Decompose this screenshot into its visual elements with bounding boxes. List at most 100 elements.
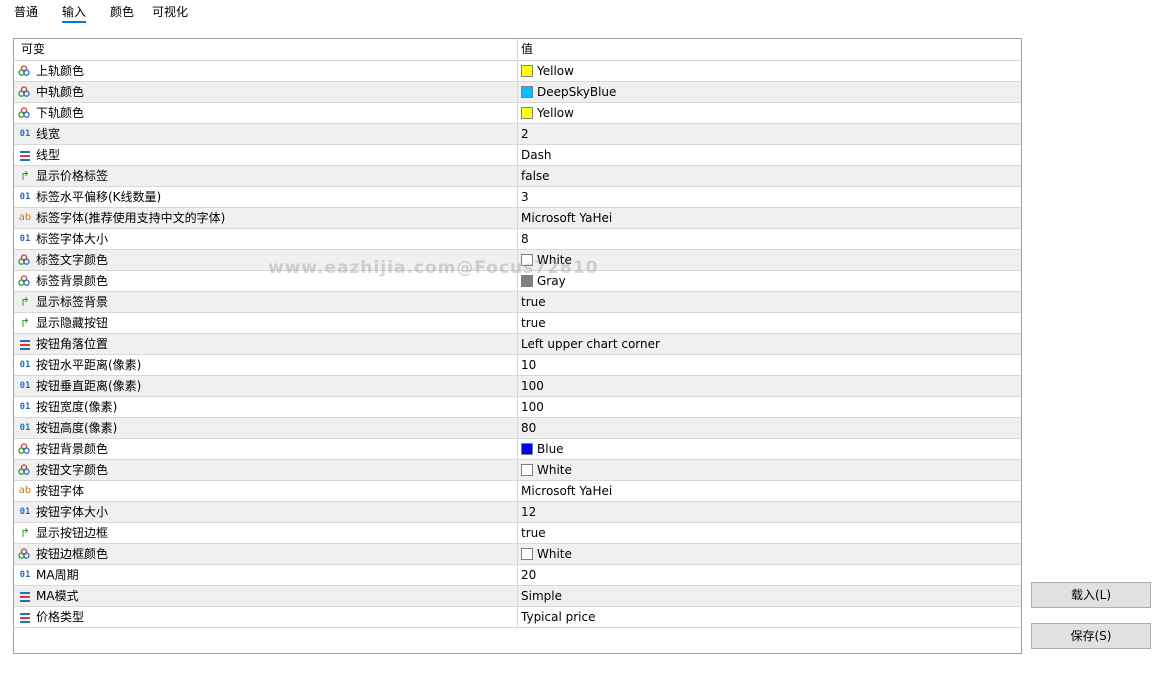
parameter-value-cell[interactable]: White [517, 544, 1021, 564]
color-swatch [521, 275, 533, 287]
parameter-value-cell[interactable]: DeepSkyBlue [517, 82, 1021, 102]
parameter-value-cell[interactable]: 100 [517, 376, 1021, 396]
parameter-name: 显示价格标签 [36, 169, 109, 183]
parameter-name: 显示隐藏按钮 [36, 316, 109, 330]
parameter-value-cell[interactable]: Simple [517, 586, 1021, 606]
palette-icon [18, 65, 32, 79]
column-header-variable[interactable]: 可变 [14, 39, 523, 59]
integer-icon: 01 [19, 360, 31, 370]
parameter-value-cell[interactable]: Yellow [517, 103, 1021, 123]
table-row[interactable]: 01 标签字体大小 8 [14, 229, 1021, 250]
parameter-name-cell: 中轨颜色 [14, 82, 516, 102]
parameter-name: 按钮水平距离(像素) [36, 358, 142, 372]
table-row[interactable]: 标签背景颜色 Gray [14, 271, 1021, 292]
parameter-name-cell: 01 按钮高度(像素) [14, 418, 516, 438]
table-row[interactable]: 01 MA周期 20 [14, 565, 1021, 586]
table-row[interactable]: 01 按钮水平距离(像素) 10 [14, 355, 1021, 376]
integer-icon: 01 [19, 192, 31, 202]
parameter-value-cell[interactable]: White [517, 250, 1021, 270]
parameter-value: White [537, 463, 572, 477]
parameter-value-cell[interactable]: 80 [517, 418, 1021, 438]
parameter-value-cell[interactable]: Yellow [517, 61, 1021, 81]
color-swatch [521, 464, 533, 476]
table-row[interactable]: 按钮背景颜色 Blue [14, 439, 1021, 460]
table-row[interactable]: 中轨颜色 DeepSkyBlue [14, 82, 1021, 103]
table-row[interactable]: ab 按钮字体 Microsoft YaHei [14, 481, 1021, 502]
text-icon: ab [18, 212, 32, 223]
table-row[interactable]: ↱ 显示隐藏按钮 true [14, 313, 1021, 334]
parameter-value: Typical price [521, 610, 596, 624]
tab-colors[interactable]: 颜色 [110, 3, 134, 21]
parameter-name-cell: ab 标签字体(推荐使用支持中文的字体) [14, 208, 516, 228]
table-row[interactable]: 下轨颜色 Yellow [14, 103, 1021, 124]
color-swatch [521, 86, 533, 98]
parameter-name-cell: MA模式 [14, 586, 516, 606]
parameter-name-cell: 按钮背景颜色 [14, 439, 516, 459]
column-header-value[interactable]: 值 [517, 39, 1021, 59]
parameter-value-cell[interactable]: 3 [517, 187, 1021, 207]
integer-icon: 01 [19, 129, 31, 139]
parameter-value-cell[interactable]: true [517, 523, 1021, 543]
parameter-value-cell[interactable]: Left upper chart corner [517, 334, 1021, 354]
parameter-value-cell[interactable]: Microsoft YaHei [517, 481, 1021, 501]
table-row[interactable]: 01 线宽 2 [14, 124, 1021, 145]
table-row[interactable]: 按钮文字颜色 White [14, 460, 1021, 481]
table-row[interactable]: 01 按钮垂直距离(像素) 100 [14, 376, 1021, 397]
parameter-value-cell[interactable]: false [517, 166, 1021, 186]
integer-icon: 01 [19, 381, 31, 391]
table-row[interactable]: 上轨颜色 Yellow [14, 61, 1021, 82]
table-row[interactable]: 01 按钮字体大小 12 [14, 502, 1021, 523]
table-row[interactable]: 线型 Dash [14, 145, 1021, 166]
parameter-name: MA周期 [36, 568, 79, 582]
parameter-value-cell[interactable]: 100 [517, 397, 1021, 417]
parameter-value-cell[interactable]: 10 [517, 355, 1021, 375]
parameter-value-cell[interactable]: true [517, 292, 1021, 312]
parameter-name: 按钮角落位置 [36, 337, 109, 351]
parameter-name-cell: 按钮角落位置 [14, 334, 516, 354]
parameter-value-cell[interactable]: 12 [517, 502, 1021, 522]
load-button[interactable]: 载入(L) [1031, 582, 1151, 608]
parameter-name: MA模式 [36, 589, 79, 603]
table-row[interactable]: 标签文字颜色 White [14, 250, 1021, 271]
integer-icon: 01 [19, 570, 31, 580]
save-button[interactable]: 保存(S) [1031, 623, 1151, 649]
table-row[interactable]: ↱ 显示价格标签 false [14, 166, 1021, 187]
list-icon [18, 589, 32, 603]
parameter-name-cell: 01 按钮水平距离(像素) [14, 355, 516, 375]
parameter-value-cell[interactable]: Blue [517, 439, 1021, 459]
table-row[interactable]: ↱ 显示按钮边框 true [14, 523, 1021, 544]
palette-icon [18, 548, 32, 562]
tab-visualization[interactable]: 可视化 [152, 3, 188, 21]
table-row[interactable]: 价格类型 Typical price [14, 607, 1021, 628]
parameter-name: 价格类型 [36, 610, 85, 624]
parameter-name: 按钮宽度(像素) [36, 400, 118, 414]
parameter-value-cell[interactable]: true [517, 313, 1021, 333]
parameter-value-cell[interactable]: White [517, 460, 1021, 480]
parameter-value: Microsoft YaHei [521, 484, 613, 498]
parameter-value: Yellow [537, 64, 574, 78]
table-row[interactable]: 01 按钮宽度(像素) 100 [14, 397, 1021, 418]
parameter-value-cell[interactable]: 8 [517, 229, 1021, 249]
table-row[interactable]: 按钮角落位置 Left upper chart corner [14, 334, 1021, 355]
table-row[interactable]: 01 标签水平偏移(K线数量) 3 [14, 187, 1021, 208]
table-row[interactable]: MA模式 Simple [14, 586, 1021, 607]
table-row[interactable]: ↱ 显示标签背景 true [14, 292, 1021, 313]
table-row[interactable]: 按钮边框颜色 White [14, 544, 1021, 565]
parameter-value-cell[interactable]: Microsoft YaHei [517, 208, 1021, 228]
parameter-value-cell[interactable]: 20 [517, 565, 1021, 585]
parameter-name-cell: 01 按钮字体大小 [14, 502, 516, 522]
parameter-value-cell[interactable]: Dash [517, 145, 1021, 165]
parameter-value: Simple [521, 589, 562, 603]
tab-inputs[interactable]: 输入 [62, 3, 87, 23]
tab-common[interactable]: 普通 [14, 3, 38, 21]
table-row[interactable]: ab 标签字体(推荐使用支持中文的字体) Microsoft YaHei [14, 208, 1021, 229]
grid-header: 可变 值 [14, 39, 1021, 61]
palette-icon [18, 254, 32, 268]
parameter-value-cell[interactable]: Gray [517, 271, 1021, 291]
table-row[interactable]: 01 按钮高度(像素) 80 [14, 418, 1021, 439]
boolean-icon: ↱ [19, 316, 31, 330]
parameter-value-cell[interactable]: Typical price [517, 607, 1021, 627]
parameter-value-cell[interactable]: 2 [517, 124, 1021, 144]
color-swatch [521, 65, 533, 77]
list-icon [18, 337, 32, 351]
